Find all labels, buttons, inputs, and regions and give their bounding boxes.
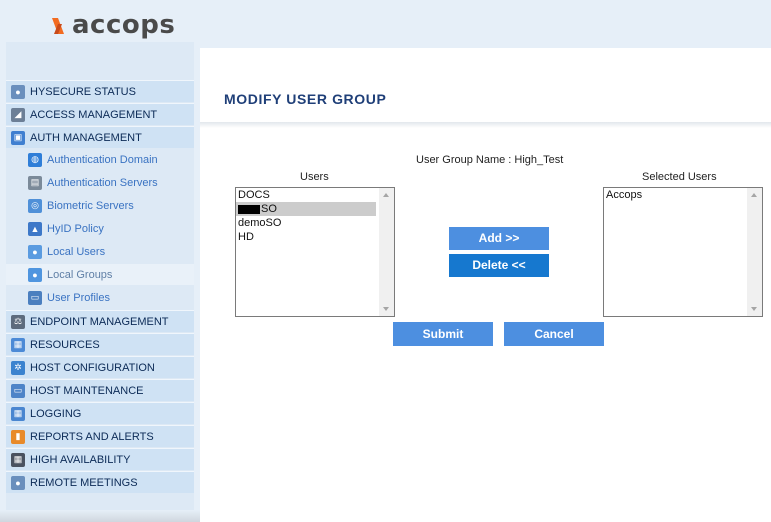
sidebar-item-label: Authentication Servers (47, 176, 158, 189)
sidebar-item-label: Biometric Servers (47, 199, 134, 212)
sidebar-item-remote-meetings[interactable]: ● REMOTE MEETINGS (6, 471, 194, 493)
list-item-label: demoSO (238, 217, 282, 229)
main-panel: MODIFY USER GROUP User Group Name : High… (200, 48, 771, 522)
selected-scrollbar[interactable] (747, 188, 762, 316)
list-item[interactable]: HD (236, 230, 376, 244)
sidebar-item-biometric-servers[interactable]: ◎ Biometric Servers (6, 195, 194, 216)
list-item-label: HD (238, 231, 254, 243)
sidebar-item-label: AUTH MANAGEMENT (30, 131, 142, 144)
calendar-icon: ▦ (11, 406, 25, 421)
sidebar-shadow (0, 510, 205, 522)
sidebar-item-label: HOST MAINTENANCE (30, 384, 144, 397)
page-title: MODIFY USER GROUP (224, 91, 387, 107)
group-name-label: User Group Name : High_Test (416, 154, 564, 166)
logo-mark-icon (52, 18, 64, 34)
cancel-button[interactable]: Cancel (504, 322, 604, 346)
scroll-up-icon[interactable] (751, 193, 757, 197)
redaction-bar (238, 204, 260, 214)
sidebar-item-host-maintenance[interactable]: ▭ HOST MAINTENANCE (6, 379, 194, 401)
sidebar-item-resources[interactable]: ▦ RESOURCES (6, 333, 194, 355)
sidebar-item-label: ENDPOINT MANAGEMENT (30, 315, 169, 328)
bar-chart-icon: ▮ (11, 429, 25, 444)
sidebar-item-auth-management[interactable]: ▣ AUTH MANAGEMENT (6, 126, 194, 148)
sidebar-item-local-groups[interactable]: ● Local Groups (6, 264, 194, 285)
sidebar-item-high-availability[interactable]: ▦ HIGH AVAILABILITY (6, 448, 194, 470)
selected-list-items: Accops (604, 188, 762, 202)
accops-logo[interactable]: accops (50, 10, 175, 40)
meeting-people-icon: ● (11, 475, 25, 490)
fingerprint-icon: ◎ (28, 198, 42, 213)
sidebar-item-local-users[interactable]: ● Local Users (6, 241, 194, 262)
sidebar-item-label: Local Users (47, 245, 106, 258)
servers-icon: ▤ (28, 175, 42, 190)
profile-monitor-icon: ▭ (28, 290, 42, 305)
grid-icon: ▦ (11, 452, 25, 467)
lock-icon: ▣ (11, 130, 25, 145)
add-button[interactable]: Add >> (449, 227, 549, 250)
user-icon: ● (28, 244, 42, 259)
logo-text: accops (72, 10, 176, 40)
sidebar-item-label: HYSECURE STATUS (30, 85, 136, 98)
title-divider (200, 122, 771, 128)
sidebar-item-label: Authentication Domain (47, 153, 158, 166)
sidebar-item-hysecure-status[interactable]: ● HYSECURE STATUS (6, 80, 194, 102)
users-list-items: DOCS SO demoSO HD (236, 188, 394, 244)
policy-icon: ▲ (28, 221, 42, 236)
selected-users-label: Selected Users (642, 171, 717, 183)
sidebar-item-label: Local Groups (47, 268, 113, 281)
submit-button[interactable]: Submit (393, 322, 493, 346)
maintenance-icon: ▭ (11, 383, 25, 398)
sidebar-item-access-management[interactable]: ◢ ACCESS MANAGEMENT (6, 103, 194, 125)
list-item[interactable]: SO (236, 202, 376, 216)
globe-icon: ◍ (28, 152, 42, 167)
sidebar-item-hyid-policy[interactable]: ▲ HyID Policy (6, 218, 194, 239)
sidebar-item-label: REMOTE MEETINGS (30, 476, 138, 489)
group-icon: ● (28, 267, 42, 282)
access-key-icon: ◢ (11, 107, 25, 122)
sidebar-item-user-profiles[interactable]: ▭ User Profiles (6, 287, 194, 308)
list-item[interactable]: demoSO (236, 216, 376, 230)
status-eye-icon: ● (11, 84, 25, 99)
resources-icon: ▦ (11, 337, 25, 352)
header: accops (0, 0, 771, 42)
sidebar-item-reports-and-alerts[interactable]: ▮ REPORTS AND ALERTS (6, 425, 194, 447)
sidebar-item-label: HIGH AVAILABILITY (30, 453, 131, 466)
scroll-down-icon[interactable] (751, 307, 757, 311)
sidebar-item-label: ACCESS MANAGEMENT (30, 108, 158, 121)
gear-icon: ✲ (11, 360, 25, 375)
sidebar-item-label: LOGGING (30, 407, 82, 420)
selected-users-listbox[interactable]: Accops (603, 187, 763, 317)
delete-button[interactable]: Delete << (449, 254, 549, 277)
sidebar-item-label: RESOURCES (30, 338, 100, 351)
users-listbox[interactable]: DOCS SO demoSO HD (235, 187, 395, 317)
sidebar-item-endpoint-management[interactable]: ⚖ ENDPOINT MANAGEMENT (6, 310, 194, 332)
sidebar-item-host-configuration[interactable]: ✲ HOST CONFIGURATION (6, 356, 194, 378)
scroll-down-icon[interactable] (383, 307, 389, 311)
list-item[interactable]: DOCS (236, 188, 376, 202)
sidebar-item-logging[interactable]: ▦ LOGGING (6, 402, 194, 424)
sidebar-item-label: User Profiles (47, 291, 110, 304)
sidebar-item-label: HyID Policy (47, 222, 104, 235)
users-scrollbar[interactable] (379, 188, 394, 316)
sidebar-item-label: REPORTS AND ALERTS (30, 430, 154, 443)
sidebar-item-authentication-servers[interactable]: ▤ Authentication Servers (6, 172, 194, 193)
list-item[interactable]: Accops (604, 188, 744, 202)
sidebar-item-authentication-domain[interactable]: ◍ Authentication Domain (6, 149, 194, 170)
sidebar-item-label: HOST CONFIGURATION (30, 361, 155, 374)
scroll-up-icon[interactable] (383, 193, 389, 197)
sidebar-nav: ● HYSECURE STATUS ◢ ACCESS MANAGEMENT ▣ AUTH … (6, 42, 194, 510)
list-item-label: SO (261, 203, 277, 215)
users-label: Users (300, 171, 329, 183)
list-item-label: DOCS (238, 189, 270, 201)
balance-scale-icon: ⚖ (11, 314, 25, 329)
